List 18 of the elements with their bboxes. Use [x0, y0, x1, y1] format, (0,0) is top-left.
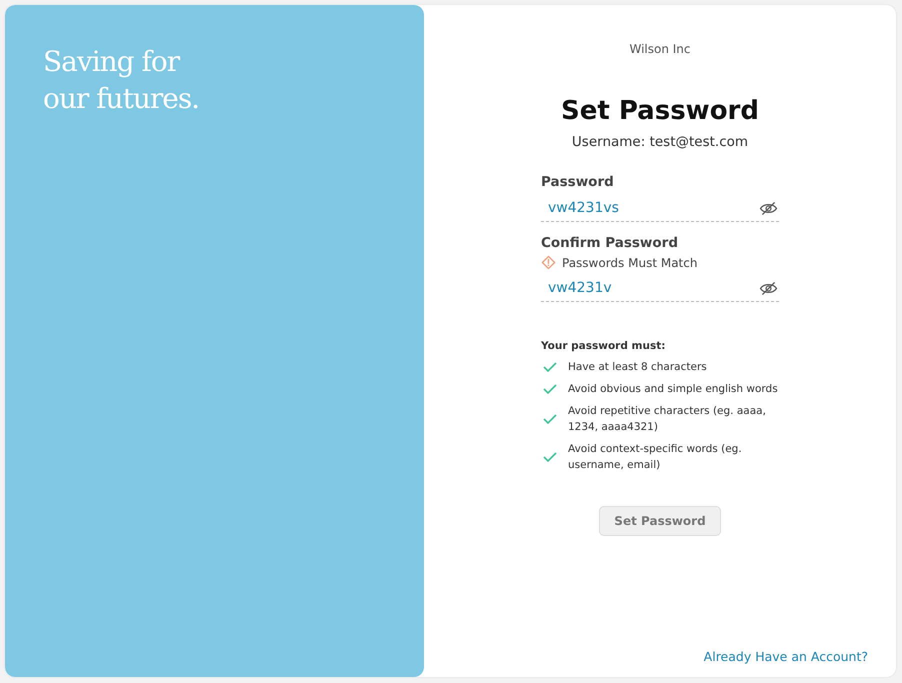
username-text: Username: test@test.com: [570, 134, 750, 150]
rule-text: Avoid context-specific words (eg. username, email): [568, 442, 743, 473]
page-title: Set Password: [560, 96, 760, 126]
warning-icon: [541, 255, 556, 270]
rules-heading: Your password must:: [541, 340, 666, 352]
password-field[interactable]: vw4231vs: [541, 194, 779, 222]
eye-slash-icon[interactable]: [759, 281, 778, 296]
rule-text: Avoid obvious and simple english words: [568, 382, 778, 397]
field-label: Password: [541, 174, 615, 190]
login-link[interactable]: Already Have an Account?: [704, 649, 868, 664]
tagline: Saving for our futures.: [43, 44, 200, 117]
password-field[interactable]: vw4231v: [541, 274, 779, 302]
field-label: Confirm Password: [541, 235, 680, 251]
rule-text: Have at least 8 characters: [568, 360, 707, 375]
company-name: Wilson Inc: [629, 42, 691, 56]
rule-text: Avoid repetitive characters (eg. aaaa, 1234, aaaa4321): [568, 404, 767, 435]
eye-slash-icon[interactable]: [759, 201, 778, 216]
error-message: Passwords Must Match: [562, 256, 698, 270]
